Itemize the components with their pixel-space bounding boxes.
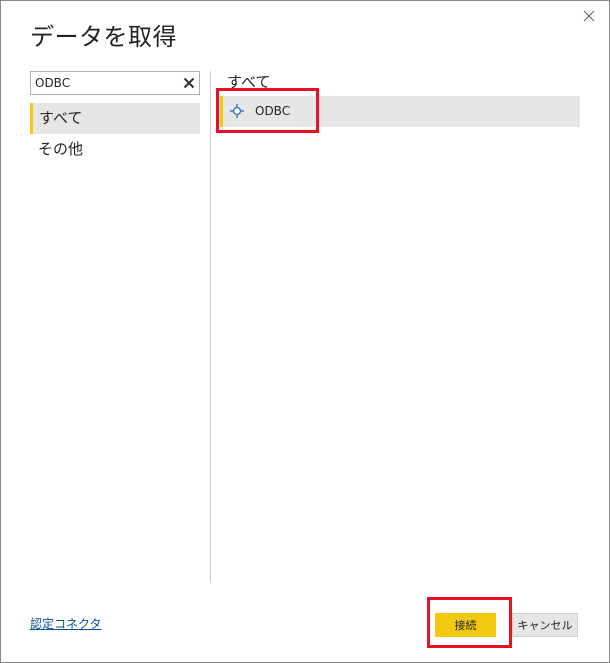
- category-item-other[interactable]: その他: [30, 134, 200, 165]
- results-heading: すべて: [227, 73, 271, 91]
- close-icon[interactable]: [580, 7, 598, 25]
- category-list: すべて その他: [30, 103, 200, 165]
- certified-connectors-link[interactable]: 認定コネクタ: [30, 615, 102, 632]
- dialog-title: データを取得: [30, 23, 177, 51]
- connector-list: ODBC: [220, 96, 580, 127]
- get-data-dialog: データを取得 すべて その他 すべて ODBC 認定コネク: [0, 0, 610, 663]
- clear-icon[interactable]: [181, 75, 197, 91]
- pane-divider: [210, 71, 211, 583]
- odbc-connector-icon: [229, 103, 245, 119]
- connector-label: ODBC: [255, 104, 291, 118]
- search-box: [30, 71, 200, 95]
- connector-item-odbc[interactable]: ODBC: [220, 96, 580, 127]
- category-item-all[interactable]: すべて: [30, 103, 200, 134]
- cancel-button[interactable]: キャンセル: [512, 613, 578, 637]
- connect-button[interactable]: 接続: [435, 613, 496, 637]
- search-input[interactable]: [31, 72, 177, 94]
